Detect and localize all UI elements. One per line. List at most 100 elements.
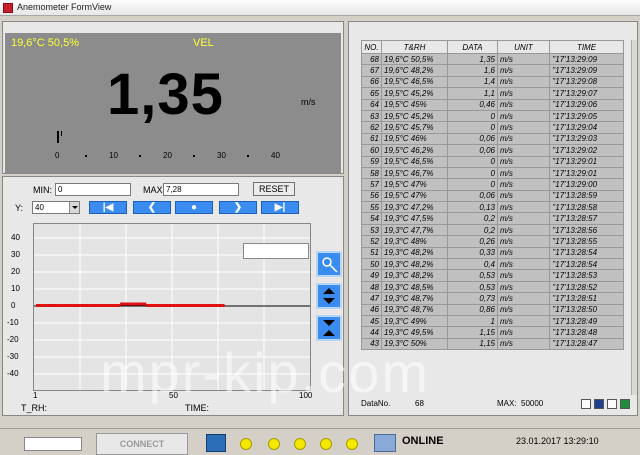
table-row[interactable]: 46 19,3°C 48,7% 0,86 m/s ’’17’13:28:50 [361,303,624,317]
series-point [99,304,103,307]
table-row[interactable]: 61 19,5°C 46% 0,06 m/s ’’17’13:29:03 [361,132,624,146]
cell-time: ’’17’13:28:56 [549,223,624,237]
table-row[interactable]: 53 19,3°C 47,7% 0,2 m/s ’’17’13:28:56 [361,223,624,237]
cell-unit: m/s [497,75,550,89]
nav-prev-button[interactable]: ❮ [133,201,171,214]
cell-no: 49 [361,269,382,282]
nav-next-button[interactable]: ❯ [219,201,257,214]
status-led [268,438,280,450]
print-icon[interactable] [607,399,617,409]
series-point [114,304,118,307]
col-header-unit: UNIT [497,40,550,54]
table-row[interactable]: 58 19,5°C 46,7% 0 m/s ’’17’13:29:01 [361,166,624,180]
scale-indicator [57,131,59,143]
scale-tick-label: 40 [271,151,280,160]
cell-data: 0,06 [447,189,498,203]
zoom-out-button[interactable] [316,283,342,309]
port-field[interactable] [24,437,82,451]
table-row[interactable]: 65 19,5°C 45,2% 1,1 m/s ’’17’13:29:07 [361,87,624,100]
series-point [79,304,83,307]
series-point [38,304,42,307]
table-row[interactable]: 57 19,5°C 47% 0 m/s ’’17’13:29:00 [361,178,624,191]
table-row[interactable]: 44 19,3°C 49,5% 1,15 m/s ’’17’13:28:48 [361,326,624,339]
cell-data: 1,4 [447,75,498,89]
new-file-icon[interactable] [581,399,591,409]
series-point [178,304,182,307]
table-row[interactable]: 54 19,3°C 47,5% 0,2 m/s ’’17’13:28:57 [361,212,624,225]
table-row[interactable]: 48 19,3°C 48,5% 0,53 m/s ’’17’13:28:52 [361,280,624,294]
series-point [67,304,71,307]
cell-trh: 19,5°C 45,2% [381,109,448,123]
x-tick-label: 50 [169,391,178,400]
table-row[interactable]: 43 19,3°C 50% 1,15 m/s ’’17’13:28:47 [361,337,624,351]
table-row[interactable]: 49 19,3°C 48,2% 0,53 m/s ’’17’13:28:53 [361,269,624,282]
cell-no: 56 [361,189,382,203]
min-input[interactable]: 0 [55,183,131,196]
table-scrollbar[interactable] [631,40,637,395]
series-point [65,304,68,307]
table-row[interactable]: 45 19,3°C 49% 1 m/s ’’17’13:28:49 [361,314,624,328]
connect-button[interactable]: CONNECT [96,433,188,455]
title-bar[interactable]: Anemometer FormView [0,0,640,16]
cell-no: 63 [361,109,382,123]
table-row[interactable]: 68 19,6°C 50,5% 1,35 m/s ’’17’13:29:09 [361,52,624,66]
table-row[interactable]: 50 19,3°C 48,2% 0,4 m/s ’’17’13:28:54 [361,258,624,271]
cell-data: 0 [447,109,498,123]
table-row[interactable]: 67 19,6°C 48,2% 1,6 m/s ’’17’13:29:09 [361,64,624,77]
nav-first-button[interactable]: |◀ [89,201,127,214]
cell-time: ’’17’13:29:01 [549,155,624,168]
cell-trh: 19,3°C 48,2% [381,246,448,260]
excel-icon[interactable] [620,399,630,409]
table-row[interactable]: 56 19,5°C 47% 0,06 m/s ’’17’13:28:59 [361,189,624,203]
app-icon [3,3,13,13]
chevron-down-icon[interactable] [69,202,79,213]
table-row[interactable]: 66 19,5°C 46,5% 1,4 m/s ’’17’13:29:08 [361,75,624,89]
table-row[interactable]: 62 19,5°C 45,7% 0 m/s ’’17’13:29:04 [361,121,624,134]
series-point [157,304,161,307]
cell-no: 59 [361,155,382,168]
cell-unit: m/s [497,166,550,180]
save-icon[interactable] [594,399,604,409]
series-point [73,304,77,307]
cell-data: 1,15 [447,326,498,339]
series-point [125,302,129,306]
series-point [152,304,155,307]
series-point [47,304,51,307]
table-row[interactable]: 59 19,5°C 46,5% 0 m/s ’’17’13:29:01 [361,155,624,168]
table-row[interactable]: 51 19,3°C 48,2% 0,33 m/s ’’17’13:28:54 [361,246,624,260]
cell-trh: 19,3°C 48,5% [381,280,448,294]
datano-label: DataNo. [361,399,391,408]
cell-unit: m/s [497,64,550,77]
table-row[interactable]: 55 19,3°C 47,2% 0,13 m/s ’’17’13:28:58 [361,201,624,214]
table-row[interactable]: 60 19,5°C 46,2% 0,06 m/s ’’17’13:29:02 [361,144,624,157]
max-input[interactable]: 7,28 [163,183,239,196]
data-log-table: NO. T&RH DATA UNIT TIME 68 19,6°C 50,5% 1,… [361,40,624,351]
cell-trh: 19,5°C 46,5% [381,75,448,89]
y-scale-select[interactable]: 40 [32,201,80,214]
cell-data: 0,73 [447,292,498,305]
first-icon: |◀ [102,202,114,213]
cell-unit: m/s [497,109,550,123]
cell-data: 1,35 [447,52,498,66]
nav-play-button[interactable]: ● [175,201,213,214]
zoom-in-button[interactable] [316,315,342,341]
cell-unit: m/s [497,144,550,157]
series-point [143,302,147,306]
table-row[interactable]: 64 19,5°C 45% 0,46 m/s ’’17’13:29:06 [361,98,624,111]
table-row[interactable]: 47 19,3°C 48,7% 0,73 m/s ’’17’13:28:51 [361,292,624,305]
cell-data: 1,15 [447,337,498,351]
cell-data: 0,53 [447,269,498,282]
status-led [346,438,358,450]
zoom-button[interactable] [316,251,342,277]
cell-no: 62 [361,121,382,134]
table-row[interactable]: 63 19,5°C 45,2% 0 m/s ’’17’13:29:05 [361,109,624,123]
table-row[interactable]: 52 19,3°C 48% 0,26 m/s ’’17’13:28:55 [361,235,624,248]
series-point [192,304,196,307]
series-point [53,304,57,307]
reset-button[interactable]: RESET [253,182,295,196]
series-point [105,304,109,307]
nav-last-button[interactable]: ▶| [261,201,299,214]
col-header-no: NO. [361,40,382,54]
cell-time: ’’17’13:28:58 [549,201,624,214]
series-point [163,304,167,307]
